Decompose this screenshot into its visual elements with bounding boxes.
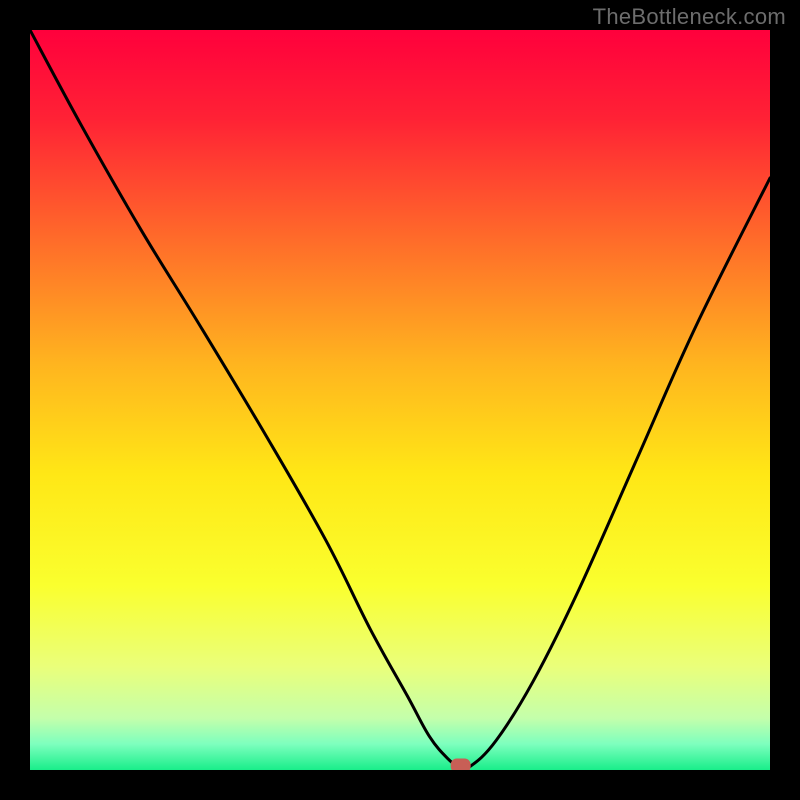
chart-frame: TheBottleneck.com [0,0,800,800]
watermark-text: TheBottleneck.com [593,4,786,30]
gradient-background [30,30,770,770]
plot-area [30,30,770,770]
optimum-marker-icon [451,759,471,770]
plot-svg [30,30,770,770]
